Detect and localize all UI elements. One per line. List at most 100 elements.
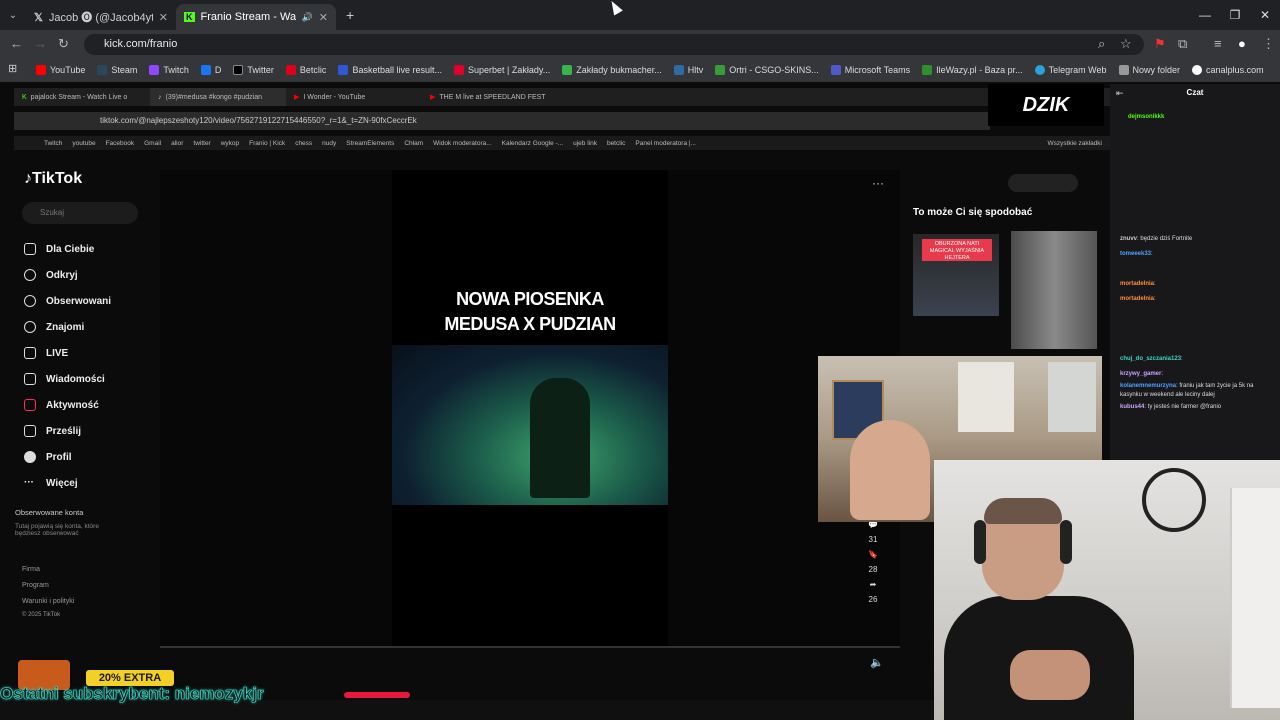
profile-icon[interactable]: ● <box>1238 36 1246 51</box>
wall-clock <box>1142 468 1206 532</box>
window <box>958 362 1014 432</box>
chat-message: chuj_do_szczania123: <box>1120 356 1183 362</box>
tab-label: Franio Stream - Watch Live <box>200 11 296 23</box>
chat-messages: znuvv: będzie dziś Fortnite tomeeek33: m… <box>1120 232 1276 415</box>
tab-x-profile[interactable]: 𝕏 Jacob 🅞 (@Jacob4yt) / X ✕ <box>26 4 176 30</box>
chat-message: krzywy_gamer: <box>1120 371 1164 377</box>
inner-tab: ▶ I Wonder - YouTube <box>294 93 366 102</box>
bookmark-superbet[interactable]: Superbet | Zakłady... <box>453 65 550 75</box>
nav-item: Wiadomości <box>24 366 111 392</box>
bookmark-twitch[interactable]: Twitch <box>149 65 189 75</box>
new-tab-button[interactable]: + <box>346 7 354 23</box>
upload-icon <box>24 425 36 437</box>
inner-tab-bar: Kpajalock Stream - Watch Live o ♪ (39)#me… <box>14 88 1110 106</box>
headset <box>1060 520 1072 564</box>
bookmark-ortri[interactable]: Ortri - CSGO-SKINS... <box>715 65 819 75</box>
video-title: NOWA PIOSENKA MEDUSA X PUDZIAN <box>444 289 616 334</box>
nav-item: Dla Ciebie <box>24 236 111 262</box>
recommend-thumbnail <box>1011 231 1097 349</box>
address-bar-row: ← → ↻ kick.com/franio ⌕ ☆ ⚑ ⧉ ≡ ● ⋮ <box>0 30 1280 58</box>
bookmark-icon: 🔖 <box>868 550 878 559</box>
chat-message: kolanemnemurzyna: franiu jak tam życie j… <box>1120 383 1254 398</box>
reload-icon[interactable]: ↻ <box>58 36 69 52</box>
bookmark-canalplus[interactable]: canalplus.com <box>1192 65 1264 75</box>
browser-tab-bar: ⌄ 𝕏 Jacob 🅞 (@Jacob4yt) / X ✕ K Franio S… <box>0 0 1280 30</box>
chat-message: mortadelnia: <box>1120 296 1156 302</box>
extension-icon[interactable]: ⚑ <box>1154 36 1166 52</box>
forward-icon[interactable]: → <box>34 36 47 51</box>
window <box>1048 362 1096 432</box>
url-input[interactable]: kick.com/franio <box>84 34 1144 55</box>
bookmark-twitter[interactable]: Twitter <box>233 65 274 75</box>
x-logo-icon: 𝕏 <box>34 11 43 24</box>
tiktok-nav: Dla Ciebie Odkryj Obserwowani Znajomi LI… <box>24 236 111 496</box>
activity-icon <box>24 399 36 411</box>
chat-message: mortadelnia: <box>1120 281 1156 287</box>
minimize-icon[interactable]: — <box>1190 0 1220 30</box>
last-subscriber-text: Ostatni subskrybent: niemozykjr <box>0 684 264 704</box>
back-icon[interactable]: ← <box>10 36 23 51</box>
window-controls: — ❐ ✕ <box>1190 0 1280 30</box>
player-controls <box>1008 174 1078 192</box>
more-icon[interactable]: ⋮ <box>1262 36 1275 52</box>
nav-item: Profil <box>24 444 111 470</box>
apps-icon[interactable]: ⊞ <box>8 62 17 75</box>
bookmark-hltv[interactable]: Hltv <box>673 65 703 75</box>
inner-tab: Kpajalock Stream - Watch Live o <box>22 93 128 101</box>
collapse-chat-icon: ⇤ <box>1116 88 1124 98</box>
streamer-hair <box>984 498 1062 524</box>
close-icon[interactable]: ✕ <box>319 11 328 24</box>
tiktok-note-icon: ♪ <box>24 170 32 187</box>
bookmark-youtube[interactable]: YouTube <box>36 65 85 75</box>
nav-item: Obserwowani <box>24 288 111 314</box>
compass-icon <box>24 269 36 281</box>
tab-kick-stream[interactable]: K Franio Stream - Watch Live 🔊 ✕ <box>176 4 336 30</box>
bookmark-steam[interactable]: Steam <box>97 65 137 75</box>
nav-item: ··· Więcej <box>24 477 78 489</box>
nav-item: Aktywność <box>24 392 111 418</box>
bookmark-folder[interactable]: Nowy folder <box>1118 65 1180 75</box>
more-options-icon: ··· <box>872 176 884 190</box>
bookmark-bukmacher[interactable]: Zakłady bukmacher... <box>562 65 662 75</box>
bookmark-teams[interactable]: Microsoft Teams <box>830 65 910 75</box>
home-icon <box>24 243 36 255</box>
dzik-logo: DZIK <box>988 84 1104 126</box>
live-icon <box>24 347 36 359</box>
chat-title: Czat <box>1186 88 1204 97</box>
chat-message: kubus44: ty jesteś nie farmer @franio <box>1120 404 1222 410</box>
tiktok-search-input: Szukaj <box>22 202 138 224</box>
streamer-hands <box>1010 650 1090 700</box>
bookmark-basketball[interactable]: Basketball live result... <box>338 65 442 75</box>
nav-item: Odkryj <box>24 262 111 288</box>
sub-progress-bar <box>344 692 410 698</box>
maximize-icon[interactable]: ❐ <box>1220 0 1250 30</box>
tab-list-icon[interactable]: ⌄ <box>0 10 26 21</box>
bookmark-facebook[interactable]: D <box>200 65 221 75</box>
bookmark-telegram[interactable]: Telegram Web <box>1034 65 1107 75</box>
inner-url-bar: tiktok.com/@najlepszeshoty120/video/7562… <box>14 112 990 130</box>
inner-tab: ▶ THE M live at SPEEDLAND FEST <box>430 93 546 102</box>
video-actions: 💬 31 🔖 28 ➦ 26 <box>868 520 878 604</box>
followed-accounts: Obserwowane konta Tutaj pojawią się kont… <box>15 508 99 537</box>
inner-bookmarks-bar: Twitch youtube Facebook Gmail alior twitter wy… <box>14 136 1110 150</box>
puzzle-icon[interactable]: ⧉ <box>1178 36 1187 52</box>
video-progress <box>160 646 900 648</box>
chat-message: tomeeek33: <box>1120 251 1153 257</box>
zoom-icon[interactable]: ⌕ <box>1098 36 1105 52</box>
menu-lines-icon[interactable]: ≡ <box>1214 36 1222 51</box>
kick-logo-icon: K <box>184 12 195 22</box>
bookmark-ilewazy[interactable]: IleWazy.pl - Baza pr... <box>922 65 1023 75</box>
person <box>850 420 930 520</box>
performer-silhouette <box>530 378 590 498</box>
tab-label: Jacob 🅞 (@Jacob4yt) / X <box>48 12 153 24</box>
close-window-icon[interactable]: ✕ <box>1250 0 1280 30</box>
close-icon[interactable]: ✕ <box>159 11 168 24</box>
bookmark-betclic[interactable]: Betclic <box>285 65 326 75</box>
nav-item: Prześlij <box>24 418 111 444</box>
tiktok-logo: ♪TikTok <box>24 170 83 187</box>
bookmarks-bar: YouTube Steam Twitch D Twitter Betclic B… <box>0 58 1280 82</box>
star-icon[interactable]: ☆ <box>1120 36 1132 52</box>
speaker-icon[interactable]: 🔊 <box>302 12 313 23</box>
friends-icon <box>24 321 36 333</box>
messages-icon <box>24 373 36 385</box>
